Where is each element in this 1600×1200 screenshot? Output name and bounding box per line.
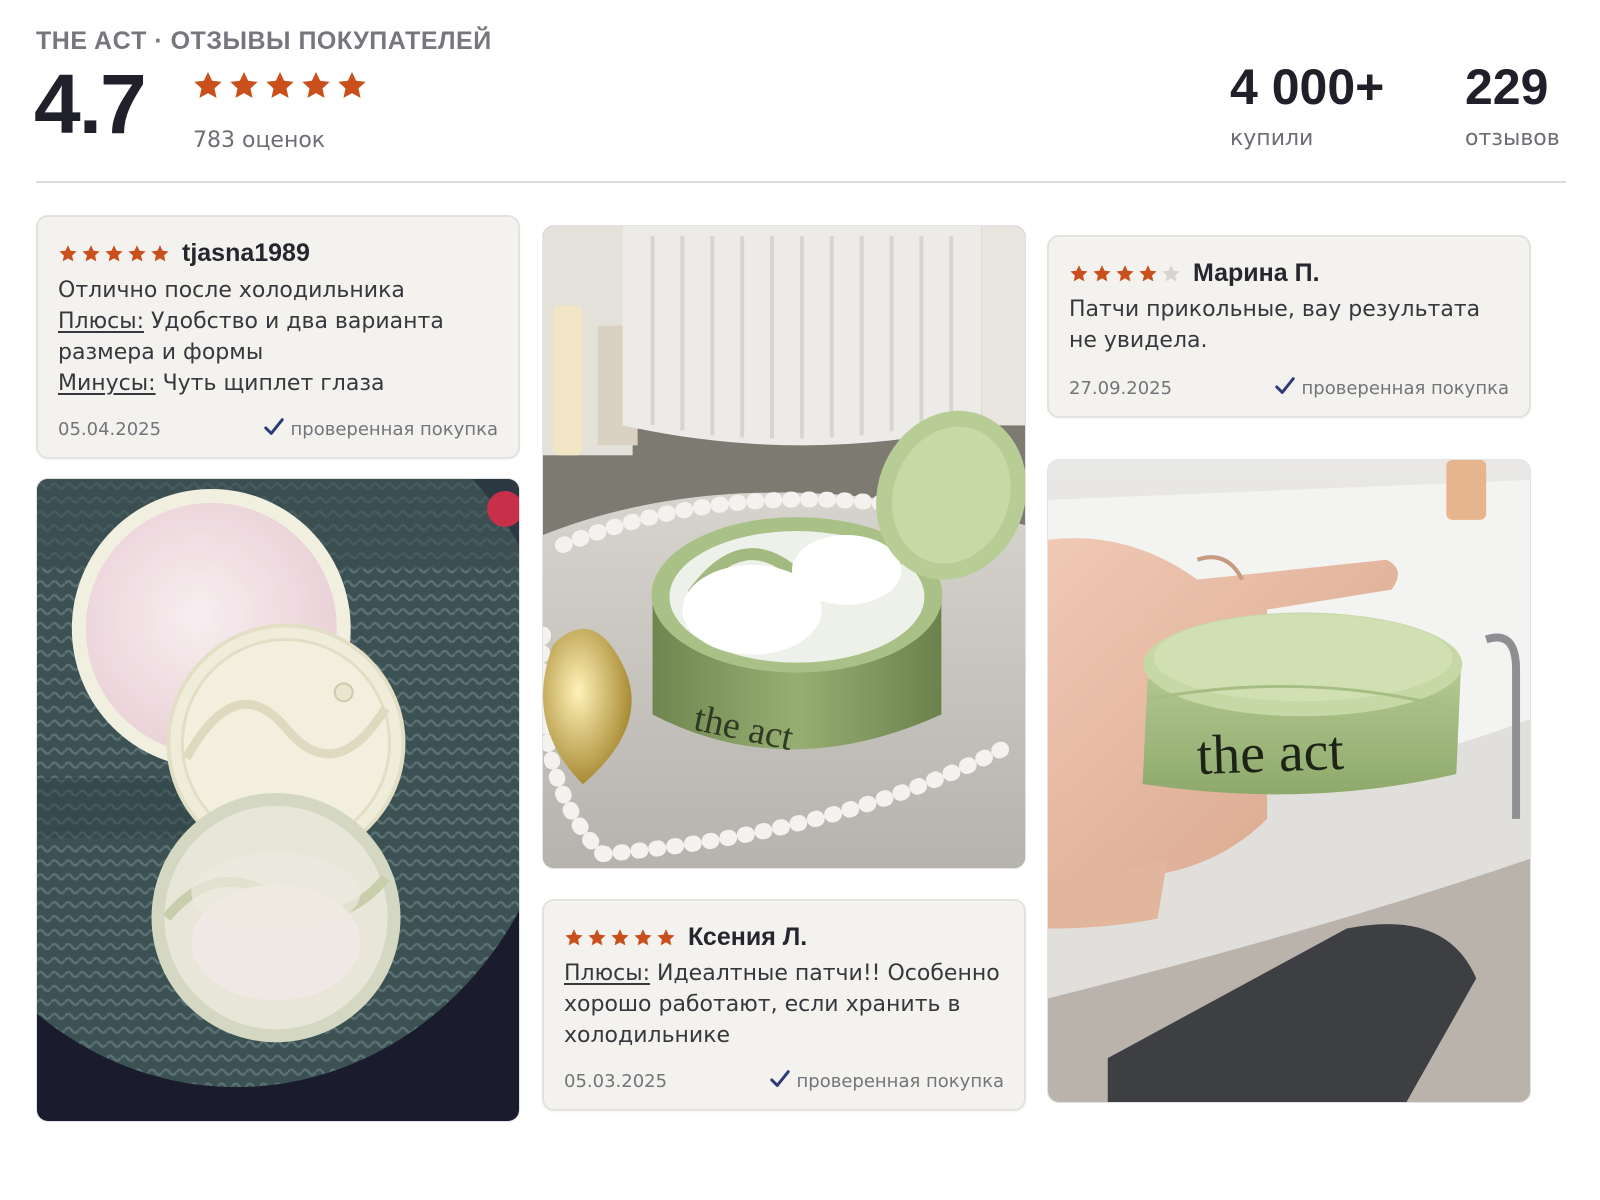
review-footer: 05.03.2025 проверенная покупка	[564, 1068, 1004, 1095]
review-date: 27.09.2025	[1069, 378, 1173, 399]
verified-purchase: проверенная покупка	[263, 416, 498, 443]
review-body: Патчи прикольные, вау результата не увид…	[1069, 294, 1513, 356]
star-icon	[338, 72, 366, 98]
review-text: Патчи прикольные, вау результата не увид…	[1069, 297, 1481, 353]
verified-label: проверенная покупка	[1301, 378, 1509, 399]
cons-label: Минусы:	[58, 371, 156, 396]
review-stars	[1069, 264, 1181, 284]
verified-purchase: проверенная покупка	[1274, 375, 1509, 402]
review-author: Ксения Л.	[688, 923, 808, 951]
star-icon	[565, 928, 583, 945]
stat-bought: 4 000+ купили	[1230, 62, 1384, 151]
review-photo[interactable]: the act	[542, 225, 1026, 869]
star-icon	[151, 244, 169, 261]
review-card[interactable]: tjasna1989 Отлично после холодильника Пл…	[36, 215, 520, 459]
star-icon	[82, 244, 100, 261]
star-icon	[128, 244, 146, 261]
average-rating-stars	[192, 70, 368, 102]
review-body: Отлично после холодильника Плюсы: Удобст…	[58, 275, 502, 399]
review-header: Марина П.	[1069, 259, 1320, 288]
review-cons: Минусы: Чуть щиплет глаза	[58, 368, 502, 399]
star-icon	[634, 928, 652, 945]
verified-label: проверенная покупка	[796, 1071, 1004, 1092]
star-icon	[1116, 264, 1134, 281]
review-date: 05.04.2025	[58, 419, 162, 440]
review-stars	[564, 928, 676, 948]
star-icon	[611, 928, 629, 945]
review-text: Отлично после холодильника	[58, 278, 405, 303]
stat-bought-label: купили	[1230, 126, 1314, 151]
product-photo-jar-in-hand-icon: the act	[1048, 460, 1530, 1102]
product-photo-jar-on-tray-icon: the act	[543, 226, 1025, 868]
review-stars	[58, 244, 170, 264]
verified-purchase: проверенная покупка	[769, 1068, 1004, 1095]
review-pros: Плюсы: Идеалтные патчи!! Особенно хорошо…	[564, 958, 1008, 1051]
stat-reviews[interactable]: 229 отзывов	[1465, 62, 1560, 151]
checkmark-icon	[769, 1068, 791, 1095]
star-icon	[266, 72, 294, 98]
stat-reviews-value: 229	[1465, 59, 1549, 115]
star-icon	[59, 244, 77, 261]
review-card[interactable]: Марина П. Патчи прикольные, вау результа…	[1047, 235, 1531, 418]
star-icon	[230, 72, 258, 98]
review-date: 05.03.2025	[564, 1071, 668, 1092]
star-icon	[588, 928, 606, 945]
review-footer: 05.04.2025 проверенная покупка	[58, 416, 498, 443]
review-footer: 27.09.2025 проверенная покупка	[1069, 375, 1509, 402]
jar-brand-text: the act	[1196, 720, 1346, 787]
review-photo[interactable]	[36, 478, 520, 1122]
review-author: tjasna1989	[182, 239, 310, 267]
review-pros: Плюсы: Удобство и два варианта размера и…	[58, 306, 502, 368]
star-icon	[1093, 264, 1111, 281]
review-body: Плюсы: Идеалтные патчи!! Особенно хорошо…	[564, 958, 1008, 1051]
review-author: Марина П.	[1193, 259, 1320, 287]
pros-label: Плюсы:	[564, 961, 651, 986]
brand-line: THE ACT · ОТЗЫВЫ ПОКУПАТЕЛЕЙ	[36, 27, 492, 55]
star-icon	[1139, 264, 1157, 281]
review-photo[interactable]: the act	[1047, 459, 1531, 1103]
star-icon	[657, 928, 675, 945]
star-icon	[105, 244, 123, 261]
review-header: Ксения Л.	[564, 923, 807, 952]
cons-text: Чуть щиплет глаза	[162, 371, 385, 396]
stat-reviews-label: отзывов	[1465, 126, 1560, 151]
star-icon	[1070, 264, 1088, 281]
header-divider	[36, 181, 1566, 183]
stat-bought-value: 4 000+	[1230, 59, 1385, 115]
average-rating: 4.7	[34, 57, 147, 151]
pros-label: Плюсы:	[58, 309, 145, 334]
star-empty-icon	[1162, 264, 1180, 281]
rating-count: 783 оценок	[193, 128, 326, 153]
star-icon	[194, 72, 222, 98]
star-icon	[302, 72, 330, 98]
checkmark-icon	[1274, 375, 1296, 402]
verified-label: проверенная покупка	[290, 419, 498, 440]
review-header: tjasna1989	[58, 239, 310, 268]
checkmark-icon	[263, 416, 285, 443]
product-photo-open-jars-icon	[37, 479, 519, 1121]
review-card[interactable]: Ксения Л. Плюсы: Идеалтные патчи!! Особе…	[542, 899, 1026, 1111]
